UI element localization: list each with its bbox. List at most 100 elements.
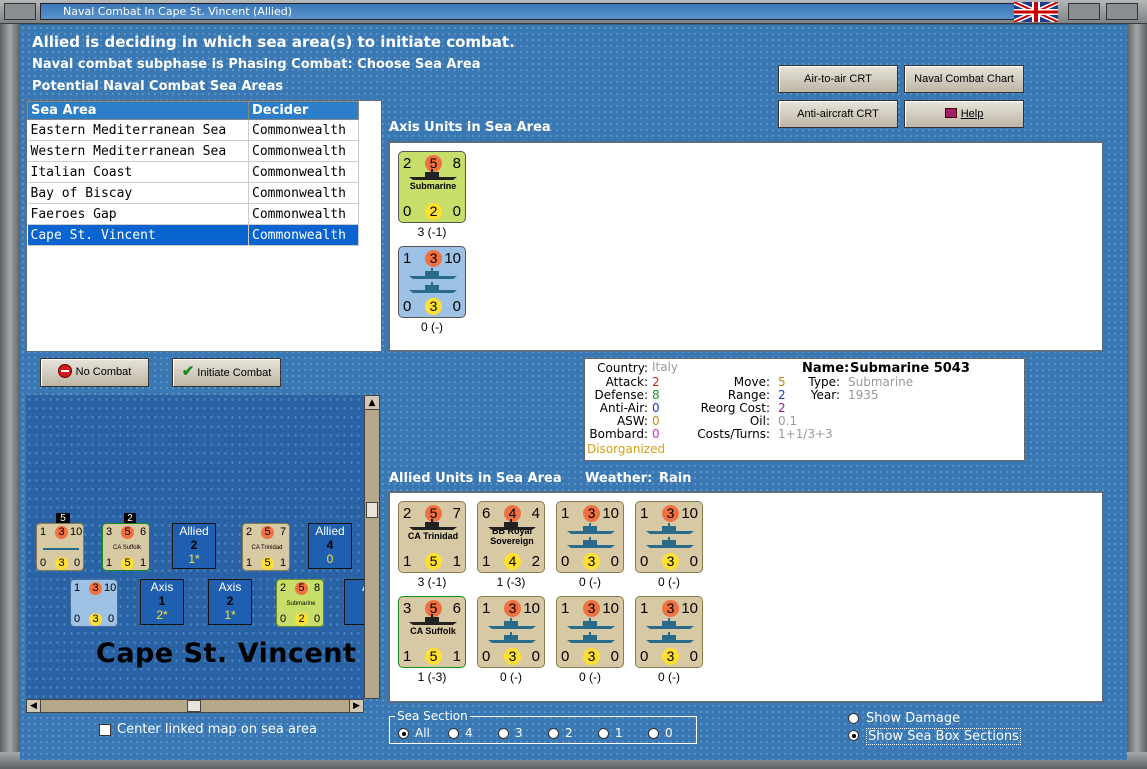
help-button[interactable]: Help [904,100,1024,128]
sea-section-radio-5[interactable] [648,728,659,739]
asw-label: ASW: [616,414,648,428]
naval-combat-chart-button[interactable]: Naval Combat Chart [904,65,1024,93]
sea-section-radio-1[interactable] [448,728,459,739]
axis-sea-box-2[interactable]: Axis 2 1* [208,579,252,625]
decider-cell: Commonwealth [248,182,359,204]
sea-section-radio-3[interactable] [548,728,559,739]
map-counter-submarine[interactable]: 258 Submarine 020 [276,579,324,627]
show-damage-radio[interactable] [848,713,859,724]
move-label: Move: [733,375,770,389]
counter-move: 10 [444,250,461,267]
ship-silhouette-icon [486,518,538,530]
reorg-label: Reorg Cost: [700,401,770,415]
sea-section-radio-2[interactable] [498,728,509,739]
counter-aa: 0 [403,203,412,220]
sea-area-row[interactable]: Italian Coast Commonwealth [27,161,359,183]
unit-counter[interactable]: 1 3 10 0 3 0 [635,596,703,668]
counter-attack: 1 [640,505,649,522]
counter-aa: 0 [561,553,570,570]
unit-info-panel: Country: Italy Attack: 2 Defense: 8 Anti… [584,358,1025,461]
left-frame [0,24,20,769]
counter-defense: 3 [662,505,679,522]
counter-aa: 0 [640,553,649,570]
no-combat-button[interactable]: No Combat [40,358,149,387]
scroll-thumb[interactable] [366,502,378,518]
sea-section-option-label: 2 [565,726,573,740]
unit-counter[interactable]: 6 4 4 BB Royal Sovereign 1 4 2 [477,501,545,573]
sea-area-row[interactable]: Cape St. Vincent Commonwealth [27,224,359,246]
counter-asw: 0 [610,648,619,665]
sea-section-radio-4[interactable] [598,728,609,739]
sea-area-row[interactable]: Faeroes Gap Commonwealth [27,203,359,225]
window-menu-button[interactable] [4,3,36,20]
sea-area-row[interactable]: Eastern Mediterranean Sea Commonwealth [27,119,359,141]
scroll-right-arrow[interactable]: ▶ [349,700,363,712]
anti-aircraft-crt-button[interactable]: Anti-aircraft CRT [778,100,898,128]
reorg-value: 2 [778,401,786,415]
scroll-thumb[interactable] [187,700,201,712]
unit-counter[interactable]: 1 3 10 0 3 0 [635,501,703,573]
map-vertical-scrollbar[interactable]: ▲ [364,395,380,699]
unit-counter[interactable]: 3 5 6 CA Suffolk 1 5 1 [398,596,466,668]
map-horizontal-scrollbar[interactable]: ◀ ▶ [26,699,364,713]
counter-defense: 3 [583,505,600,522]
scroll-left-arrow[interactable]: ◀ [27,700,41,712]
initiate-combat-button[interactable]: ✔ Initiate Combat [172,358,281,387]
counter-aa: 0 [561,648,570,665]
counter-range: 3 [662,648,679,665]
center-map-checkbox[interactable] [99,724,111,736]
counter-aa: 1 [482,553,491,570]
unit-counter[interactable]: 1 3 10 0 3 0 [477,596,545,668]
show-sea-box-radio[interactable] [848,730,859,741]
costs-label: Costs/Turns: [697,427,770,441]
allied-sea-box-2[interactable]: Allied 4 0 [308,523,352,569]
air-to-air-crt-button[interactable]: Air-to-air CRT [778,65,898,93]
minimize-button[interactable] [1068,3,1100,20]
unit-counter[interactable]: 2 5 8 Submarine 0 2 0 [398,151,466,223]
sea-box-map[interactable]: 5 1 3 10 030 2 356 CA Suffolk 151 Allied 2… [26,395,364,699]
ship-silhouette-icon [407,613,459,625]
close-button[interactable] [1106,3,1138,20]
counter-range: 2 [425,203,442,220]
unit-counter[interactable]: 2 5 7 CA Trinidad 1 5 1 [398,501,466,573]
ship-silhouette-icon [565,631,617,643]
box-label: Allied [179,524,209,538]
map-counter-ca-trinidad[interactable]: 257 CA Trinidad 151 [242,523,290,571]
sea-section-label: Sea Section [395,709,470,723]
sea-area-row[interactable]: Western Mediterranean Sea Commonwealth [27,140,359,162]
sea-section-radio-0[interactable] [398,728,409,739]
counter-aa: 0 [482,648,491,665]
counter-asw: 1 [452,553,461,570]
counter-range: 3 [662,553,679,570]
map-counter-ca-suffolk[interactable]: 356 CA Suffolk 151 [102,523,150,571]
axis-sea-box-1[interactable]: Axis 1 2* [140,579,184,625]
counter-move: 10 [602,600,619,617]
ship-silhouette-icon [486,631,538,643]
title-caption: Naval Combat In Cape St. Vincent (Allied… [40,3,1050,20]
unit-status: 1 (-3) [417,670,447,684]
map-counter-escort[interactable]: 1 3 10 030 [36,523,84,571]
unit-counter[interactable]: 1 3 10 0 3 0 [398,246,466,318]
map-counter-axis-escort[interactable]: 1 3 10 030 [70,579,118,627]
ship-silhouette-icon [644,522,696,534]
counter-unit-name: CA Suffolk [410,626,456,636]
scroll-up-arrow[interactable]: ▲ [365,396,379,410]
show-sea-box-label: Show Sea Box Sections [866,728,1021,745]
counter-range: 4 [504,553,521,570]
name-value: Submarine 5043 [850,361,970,376]
checkmark-icon: ✔ [181,363,195,380]
allied-sea-box-1[interactable]: Allied 2 1* [172,523,216,569]
ship-silhouette-icon [407,281,459,293]
counter-attack: 1 [561,505,570,522]
axis-sea-box-3[interactable]: A [344,579,364,625]
sea-area-cell: Western Mediterranean Sea [27,140,249,162]
show-damage-label: Show Damage [866,711,961,726]
sea-area-cell: Faeroes Gap [27,203,249,225]
sea-area-row[interactable]: Bay of Biscay Commonwealth [27,182,359,204]
col-header-sea-area[interactable]: Sea Area [27,101,249,120]
unit-counter[interactable]: 1 3 10 0 3 0 [556,501,624,573]
unit-counter[interactable]: 1 3 10 0 3 0 [556,596,624,668]
col-header-decider[interactable]: Decider [248,101,359,120]
range-value: 2 [778,388,786,402]
sea-area-cell: Eastern Mediterranean Sea [27,119,249,141]
